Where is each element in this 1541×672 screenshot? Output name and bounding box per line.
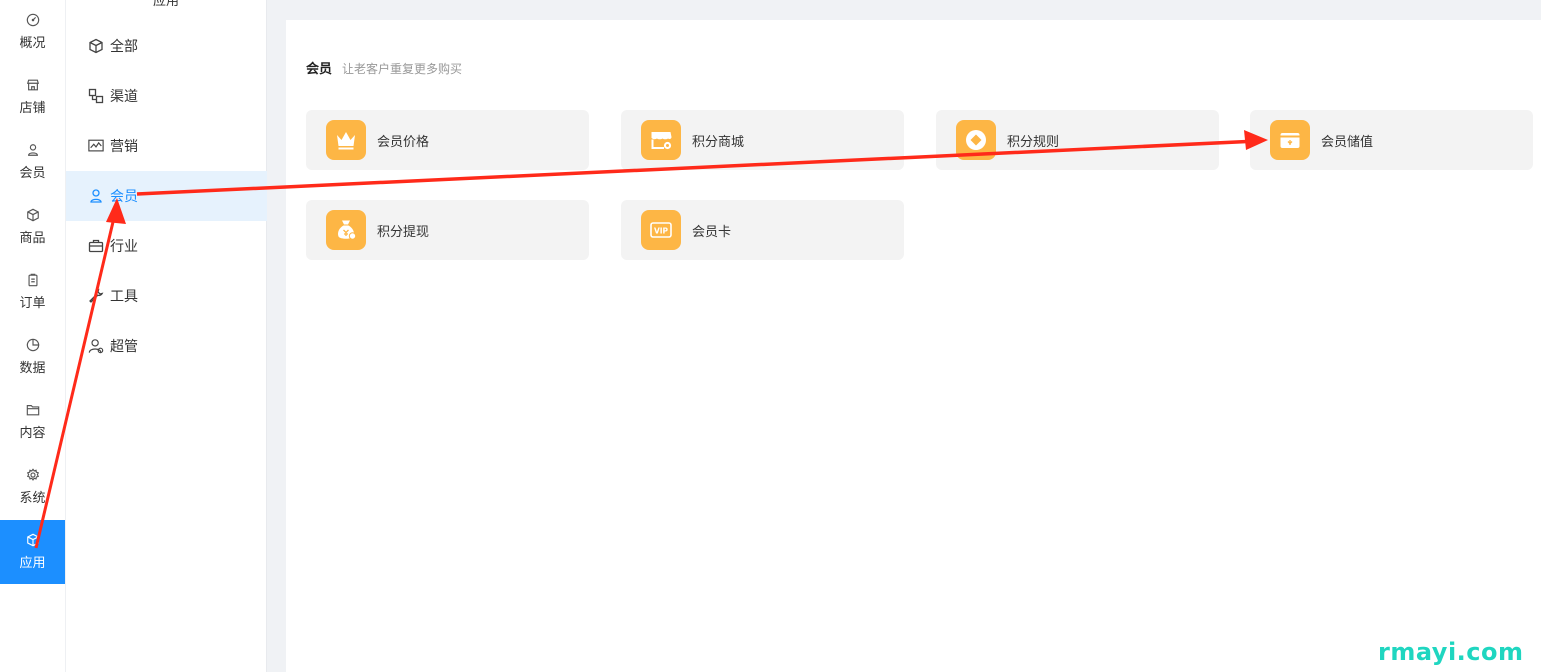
app-card-points-mall[interactable]: 积分商城 [621,110,904,170]
submenu-item-member[interactable]: 会员 [66,171,267,221]
rail-item-system[interactable]: 系统 [0,455,65,519]
box-icon [26,533,39,547]
rail-item-content[interactable]: 内容 [0,390,65,454]
coin-icon [956,120,996,160]
user-icon [27,144,38,156]
app-card-label: 积分提现 [377,224,430,240]
channel-icon [88,88,104,104]
submenu-item-label: 营销 [110,139,138,155]
submenu-item-label: 会员 [110,189,138,205]
rail-item-label: 商品 [19,231,46,246]
pie-chart-icon [26,338,39,352]
rail-item-label: 订单 [19,296,46,311]
submenu-item-super-admin[interactable]: 超管 [66,321,267,371]
submenu-item-channel[interactable]: 渠道 [66,71,267,121]
rail-item-member[interactable]: 会员 [0,130,65,194]
app-category-menu: 应用 全部 渠道 营销 会员 行业 工具 超管 [65,0,267,672]
user-icon [90,189,102,203]
rail-item-label: 概况 [19,36,46,51]
watermark: rmayi.com [1378,638,1524,666]
admin-icon [88,339,104,354]
app-card-label: 积分商城 [692,134,745,150]
app-card-member-stored-value[interactable]: 会员储值 [1250,110,1533,170]
briefcase-icon [88,239,104,253]
rail-item-label: 店铺 [19,101,46,116]
submenu-item-label: 超管 [110,339,138,355]
app-card-points-rules[interactable]: 积分规则 [936,110,1219,170]
rail-item-orders[interactable]: 订单 [0,260,65,324]
app-card-points-withdraw[interactable]: 积分提现 [306,200,589,260]
primary-nav-rail: 概况 店铺 会员 商品 订单 数据 内容 系统 应用 [0,0,65,672]
app-card-label: 会员卡 [692,224,732,240]
submenu-item-label: 行业 [110,239,138,255]
rail-item-store[interactable]: 店铺 [0,65,65,129]
wallet-icon [1270,120,1310,160]
app-list-panel: 会员 让老客户重复更多购买 会员价格 积分商城 积分规则 会员储值 积分提现 V… [286,20,1541,672]
rail-item-apps[interactable]: 应用 [0,520,65,584]
section-header: 会员 让老客户重复更多购买 [306,58,462,77]
shop-icon [641,120,681,160]
cube-icon [89,38,103,54]
rail-item-goods[interactable]: 商品 [0,195,65,259]
submenu-item-label: 渠道 [110,89,138,105]
submenu-item-label: 工具 [110,289,138,305]
box-icon [26,208,39,222]
app-card-label: 积分规则 [1007,134,1060,150]
app-card-label: 会员储值 [1321,134,1374,150]
rail-item-label: 内容 [19,426,46,441]
rail-item-overview[interactable]: 概况 [0,0,65,64]
section-subtitle: 让老客户重复更多购买 [342,62,463,76]
submenu-item-all[interactable]: 全部 [66,21,267,71]
folder-icon [26,405,39,416]
submenu-item-label: 全部 [110,39,138,55]
gear-icon [26,468,39,481]
store-icon [26,79,39,91]
submenu-title: 应用 [132,0,200,9]
crown-icon [326,120,366,160]
submenu-item-industry[interactable]: 行业 [66,221,267,271]
rail-item-data[interactable]: 数据 [0,325,65,389]
svg-text:VIP: VIP [654,227,669,236]
clipboard-icon [27,273,38,287]
submenu-item-tools[interactable]: 工具 [66,271,267,321]
app-card-member-card[interactable]: VIP 会员卡 [621,200,904,260]
rail-item-label: 应用 [19,556,46,571]
dashboard-icon [26,13,39,27]
wrench-icon [89,288,104,303]
vip-card-icon: VIP [641,210,681,250]
rail-item-label: 系统 [19,491,46,506]
rail-item-label: 数据 [19,361,46,376]
rail-item-label: 会员 [19,166,46,181]
submenu-item-marketing[interactable]: 营销 [66,121,267,171]
app-card-member-price[interactable]: 会员价格 [306,110,589,170]
trend-icon [88,139,104,152]
app-card-label: 会员价格 [377,134,430,150]
section-title: 会员 [306,62,333,77]
money-bag-icon [326,210,366,250]
